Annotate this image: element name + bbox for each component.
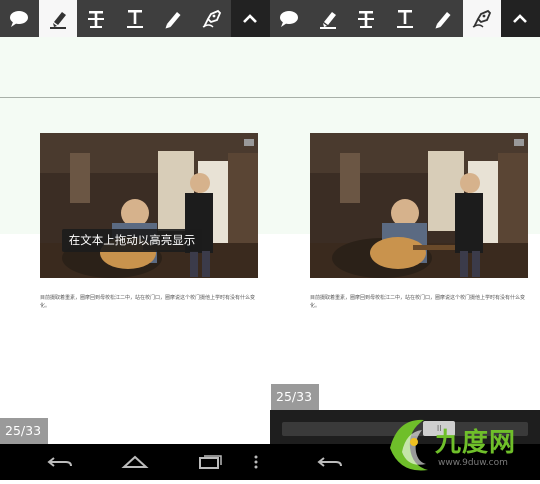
recent-apps-button[interactable]	[188, 444, 232, 480]
back-button[interactable]	[308, 444, 352, 480]
back-button[interactable]	[38, 444, 82, 480]
back-icon	[47, 457, 72, 467]
comment-tool[interactable]	[270, 0, 309, 37]
strikethrough-tool[interactable]	[347, 0, 386, 37]
pencil-tool[interactable]	[424, 0, 463, 37]
article-photo	[310, 133, 528, 278]
overflow-menu-button[interactable]	[248, 444, 264, 480]
left-panel: 在文本上拖动以高亮显示 目前摄取着重素，圈摩回到母校松江二中，站在校门口，圈摩说…	[0, 0, 270, 480]
home-button[interactable]	[113, 444, 157, 480]
annotation-toolbar	[270, 0, 540, 37]
home-icon	[121, 455, 149, 468]
pencil-icon	[165, 11, 181, 28]
watermark-text: 九度网	[435, 428, 517, 458]
pen-nib-tool[interactable]	[193, 0, 232, 37]
recent-apps-icon	[199, 455, 222, 469]
back-icon	[317, 457, 342, 467]
pencil-icon	[435, 11, 451, 28]
underline-tool[interactable]	[386, 0, 425, 37]
pencil-tool[interactable]	[154, 0, 193, 37]
collapse-toolbar-button[interactable]	[501, 0, 540, 37]
comment-icon	[10, 10, 29, 27]
chevron-up-icon	[243, 13, 258, 23]
highlighter-icon	[319, 11, 336, 29]
strikethrough-icon	[358, 10, 375, 28]
site-watermark: 九度网 www.9duw.com	[380, 408, 540, 480]
highlight-hint-tooltip: 在文本上拖动以高亮显示	[62, 229, 202, 252]
highlighter-icon	[49, 11, 66, 29]
collapse-toolbar-button[interactable]	[231, 0, 270, 37]
highlighter-tool[interactable]	[309, 0, 348, 37]
underline-icon	[396, 9, 413, 28]
system-navigation-bar	[0, 444, 270, 480]
watermark-url: www.9duw.com	[438, 458, 508, 468]
chevron-up-icon	[513, 13, 528, 23]
underline-tool[interactable]	[116, 0, 155, 37]
strikethrough-icon	[88, 10, 105, 28]
highlighter-tool[interactable]	[38, 0, 77, 37]
comment-icon	[280, 10, 299, 27]
pen-nib-icon	[202, 9, 221, 28]
divider	[270, 97, 540, 98]
page-indicator: 25/33	[271, 384, 319, 410]
underline-icon	[126, 9, 143, 28]
pen-nib-tool[interactable]	[462, 0, 501, 37]
article-paragraph[interactable]: 目前摄取着重素，圈摩回到母校松江二中，站在校门口，圈摩说这个校门摄他上学时有没有…	[40, 294, 262, 310]
article-photo	[40, 133, 258, 278]
pen-nib-icon	[472, 9, 491, 28]
page-indicator: 25/33	[0, 418, 48, 444]
overflow-menu-icon	[254, 455, 258, 469]
divider	[0, 97, 270, 98]
annotation-toolbar	[0, 0, 270, 37]
comment-tool[interactable]	[0, 0, 39, 37]
article-paragraph[interactable]: 目前摄取着重素，圈摩回到母校松江二中，站在校门口，圈摩说这个校门摄他上学时有没有…	[310, 294, 532, 310]
strikethrough-tool[interactable]	[77, 0, 116, 37]
